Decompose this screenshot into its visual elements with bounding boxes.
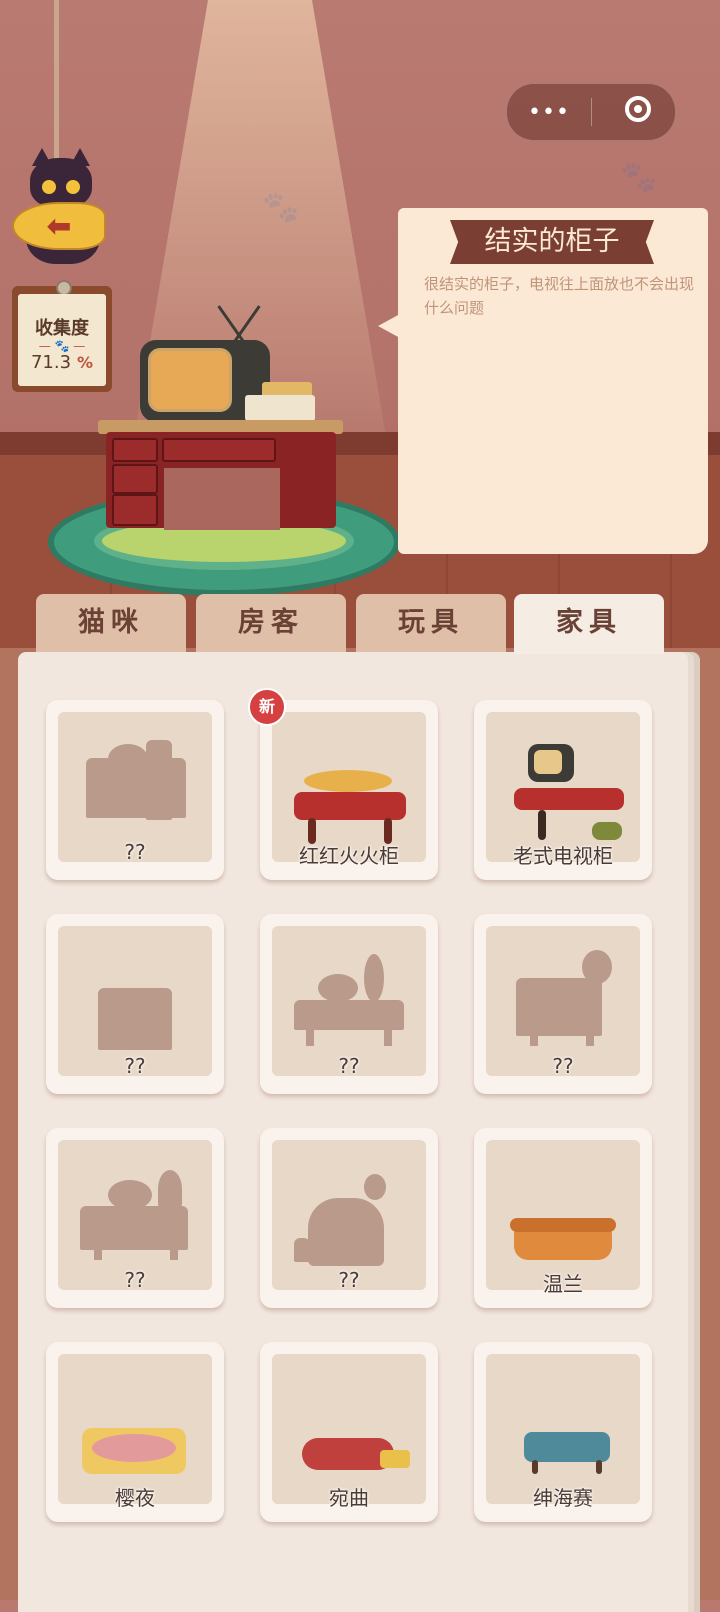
more-menu-button[interactable]: •••: [507, 84, 591, 140]
item-label: ??: [124, 1268, 146, 1292]
back-button[interactable]: ⬅: [12, 202, 106, 250]
category-tabs: 猫咪 房客 玩具 家具: [36, 594, 666, 654]
suitcase-bed-illustration: [524, 1432, 610, 1462]
item-label: 老式电视柜: [513, 844, 613, 868]
paw-icon: — 🐾 —: [38, 339, 86, 353]
item-slot[interactable]: ??: [46, 700, 224, 880]
sturdy-cabinet[interactable]: [106, 432, 336, 530]
item-slot[interactable]: ??: [260, 914, 438, 1094]
item-label: ??: [338, 1054, 360, 1078]
new-badge: 新: [248, 688, 286, 726]
item-label: 红红火火柜: [299, 844, 399, 868]
tab-toys[interactable]: 玩具: [356, 594, 506, 652]
item-slot[interactable]: 宛曲: [260, 1342, 438, 1522]
item-slot[interactable]: 绅海赛: [474, 1342, 652, 1522]
back-arrow-icon: ⬅: [46, 208, 72, 244]
collection-title: 收集度: [35, 318, 89, 339]
red-cabinet-illustration: [294, 792, 406, 820]
typewriter: [245, 395, 315, 421]
item-slot[interactable]: 老式电视柜: [474, 700, 652, 880]
item-slot[interactable]: ??: [46, 914, 224, 1094]
room-scene: 🐾 🐾 ⬅ 收集度 — 🐾 — 71.3% ••• 结实的柜子 很结实的柜子，电…: [0, 0, 720, 650]
detail-title: 结实的柜子: [450, 220, 654, 264]
item-label: 宛曲: [329, 1486, 369, 1510]
item-label: ??: [124, 1054, 146, 1078]
collection-book: ?? 新 红红火火柜 老式电视柜 ?? ?? ?? ?? ?? 温兰 樱夜 宛曲…: [0, 648, 720, 1612]
tab-cats[interactable]: 猫咪: [36, 594, 186, 652]
book-page: ?? 新 红红火火柜 老式电视柜 ?? ?? ?? ?? ?? 温兰 樱夜 宛曲…: [18, 652, 688, 1612]
item-label: ??: [338, 1268, 360, 1292]
item-slot[interactable]: ??: [474, 914, 652, 1094]
item-slot[interactable]: ??: [46, 1128, 224, 1308]
tab-tenants[interactable]: 房客: [196, 594, 346, 652]
collection-card: 收集度 — 🐾 — 71.3%: [12, 280, 112, 392]
close-target-icon[interactable]: [625, 96, 651, 122]
detail-panel: 结实的柜子 很结实的柜子，电视往上面放也不会出现什么问题: [378, 208, 708, 554]
item-label: 樱夜: [115, 1486, 155, 1510]
collection-value: 71.3: [30, 352, 72, 373]
tab-furniture[interactable]: 家具: [514, 594, 664, 654]
collection-unit: %: [77, 353, 94, 372]
paw-print-icon: 🐾: [620, 160, 658, 195]
item-label: 温兰: [543, 1272, 583, 1296]
tv-cabinet-illustration: [514, 788, 624, 810]
detail-description: 很结实的柜子，电视往上面放也不会出现什么问题: [424, 275, 695, 317]
item-slot[interactable]: 樱夜: [46, 1342, 224, 1522]
hanging-rope: [54, 0, 59, 160]
basket-bed-illustration: [514, 1228, 612, 1260]
item-label: ??: [124, 840, 146, 864]
item-slot[interactable]: 新 红红火火柜: [248, 688, 438, 880]
paw-print-icon: 🐾: [262, 190, 300, 225]
item-label: 绅海赛: [533, 1486, 593, 1510]
item-slot[interactable]: 温兰: [474, 1128, 652, 1308]
mini-program-capsule: •••: [506, 83, 676, 141]
item-label: ??: [552, 1054, 574, 1078]
item-slot[interactable]: ??: [260, 1128, 438, 1308]
